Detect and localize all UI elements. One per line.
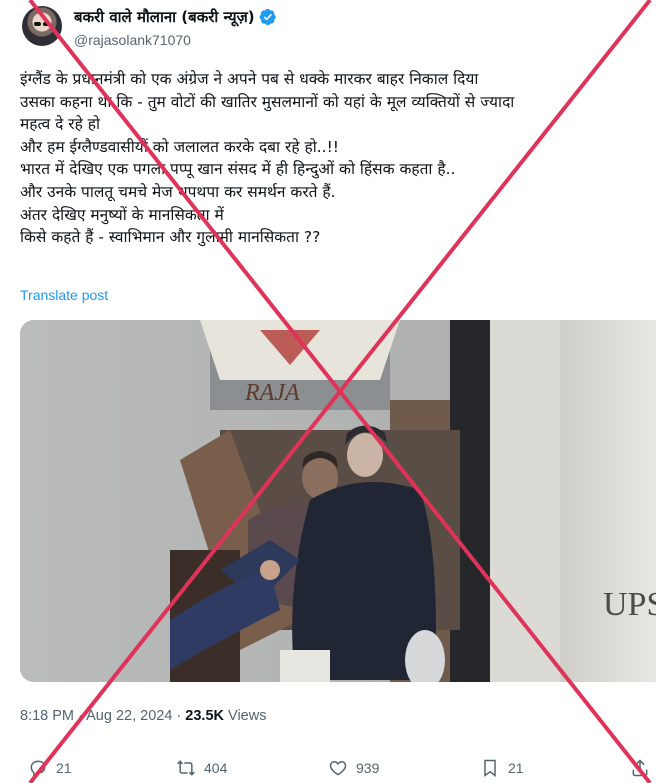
reply-count: 21 [56, 760, 72, 776]
post-date[interactable]: Aug 22, 2024 [86, 708, 172, 724]
views-label: Views [228, 708, 267, 724]
reply-button[interactable]: 21 [28, 758, 72, 778]
avatar-eye-right [43, 22, 50, 26]
media-right-sign-text: UPS [603, 586, 656, 623]
repost-icon [177, 760, 195, 776]
post-video[interactable]: RAJA UPS [20, 320, 656, 682]
like-icon [329, 760, 347, 776]
repost-button[interactable]: 404 [176, 758, 227, 778]
post-line: अंतर देखिए मनुष्यों के मानसिकता में [20, 205, 224, 224]
meta-separator: · [78, 708, 83, 724]
meta-separator: · [176, 708, 182, 724]
avatar-eye-left [34, 22, 41, 26]
post-meta: 8:18 PM · Aug 22, 2024 · 23.5K Views [20, 708, 266, 724]
like-button[interactable]: 939 [328, 758, 379, 778]
avatar[interactable] [22, 6, 62, 46]
post-line: इंग्लैंड के प्रधानमंत्री को एक अंग्रेज न… [20, 70, 479, 88]
like-count: 939 [356, 760, 380, 776]
bookmark-button[interactable]: 21 [480, 758, 524, 778]
reply-icon [30, 760, 46, 777]
share-icon [632, 759, 648, 777]
author-display-name[interactable]: बकरी वाले मौलाना (बकरी न्यूज़) [74, 7, 255, 27]
translate-post-link[interactable]: Translate post [20, 287, 108, 303]
author-handle[interactable]: @rajasolank71070 [74, 32, 191, 48]
post-actions: 21 404 939 21 [0, 758, 656, 783]
post-line: किसे कहते हैं - स्वाभिमान और गुलामी मानस… [20, 228, 321, 247]
post-text: इंग्लैंड के प्रधानमंत्री को एक अंग्रेज न… [20, 68, 656, 249]
post-line: और हम ईग्लैण्डवासीयों को जलालत करके दबा … [20, 137, 339, 156]
views-count: 23.5K [185, 708, 224, 724]
bookmark-icon [484, 759, 496, 777]
post-line: और उनके पालतू चमचे मेज थपथपा कर समर्थन क… [20, 182, 336, 201]
bookmark-count: 21 [508, 760, 524, 776]
author-name-row[interactable]: बकरी वाले मौलाना (बकरी न्यूज़) [74, 7, 277, 27]
media-sign-text: RAJA [244, 380, 300, 406]
post-time[interactable]: 8:18 PM [20, 708, 74, 724]
verified-badge-icon [259, 8, 276, 26]
video-frame: RAJA UPS [20, 320, 656, 682]
post-line: भारत में देखिए एक पगला पप्पू खान संसद मे… [20, 160, 456, 179]
repost-count: 404 [204, 760, 228, 776]
share-button[interactable] [630, 758, 650, 778]
post-line: उसका कहना था कि - तुम वोटों की खातिर मुस… [20, 92, 515, 111]
post-line: महत्व दे रहे हो [20, 115, 101, 134]
